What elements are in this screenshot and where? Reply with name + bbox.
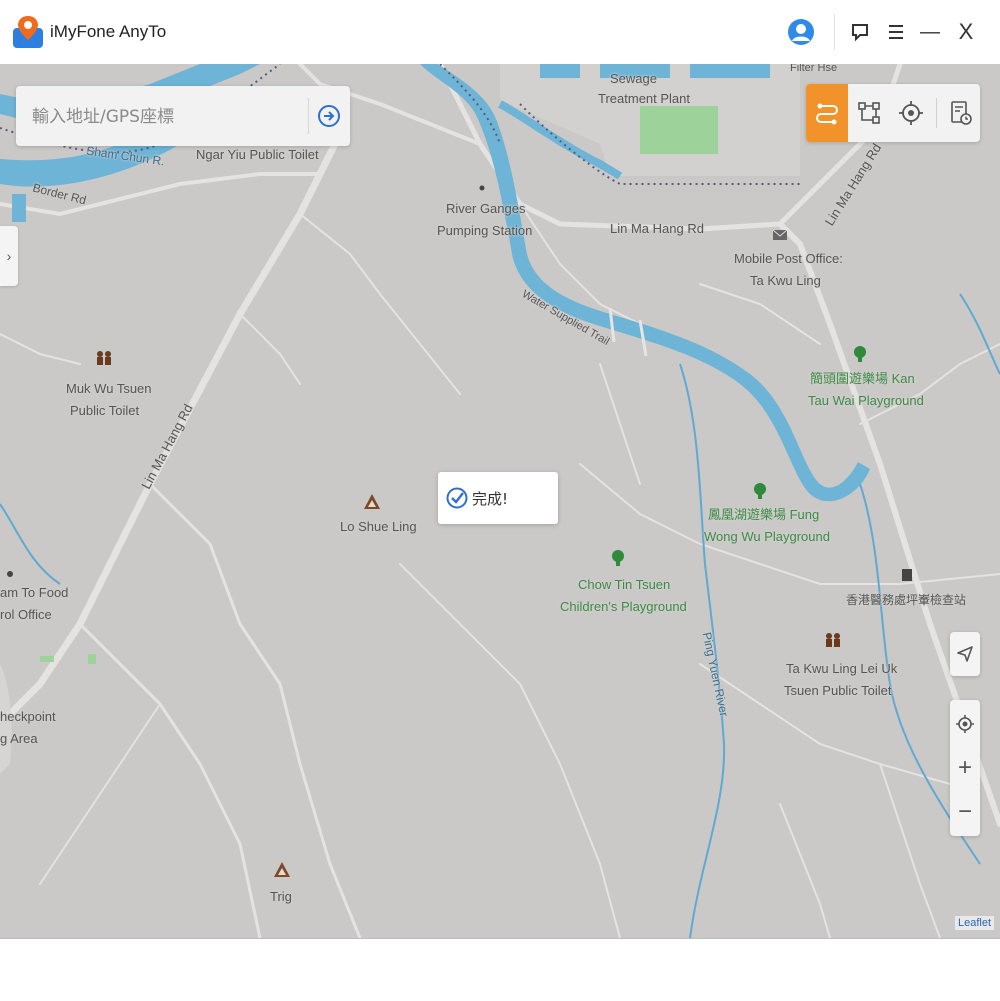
map-label-checkpoint-area: g Area [0, 731, 38, 746]
map-label-muk-wu-toilet: Public Toilet [70, 403, 140, 418]
navigate-arrow-icon[interactable] [950, 634, 980, 674]
locate-icon[interactable] [950, 704, 980, 744]
map-label-treatment-plant: Treatment Plant [598, 91, 691, 106]
map-label-inspection-station: 香港醫務處坪輋檢查站 [846, 593, 967, 607]
map-label-ngar-yiu-toilet: Ngar Yiu Public Toilet [196, 147, 319, 162]
map-label-muk-wu-tsuen: Muk Wu Tsuen [66, 381, 152, 396]
map-label-river-ganges: River Ganges [446, 201, 526, 216]
titlebar-divider [834, 14, 835, 50]
chevron-right-icon: › [6, 248, 12, 264]
title-bar: iMyFone AnyTo — X [0, 0, 1000, 64]
side-panel-toggle[interactable]: › [0, 226, 18, 286]
teleport-target-icon[interactable] [890, 84, 932, 142]
mode-toolbar [806, 84, 980, 142]
map-label-lo-shue-ling: Lo Shue Ling [340, 519, 417, 534]
feedback-icon[interactable] [844, 16, 876, 48]
minimize-icon[interactable]: — [914, 16, 946, 48]
map-label-ta-kwu-ling-lei-uk: Ta Kwu Ling Lei Uk [786, 661, 898, 676]
map-label-kan-tau-wai: 簡頭圍遊樂場 Kan [810, 371, 915, 386]
map-label-mobile-post-office: Mobile Post Office: [734, 251, 843, 266]
map-label-fung-wong-wu: 鳳凰湖遊樂場 Fung [708, 507, 820, 522]
leaflet-attribution[interactable]: Leaflet [954, 916, 994, 930]
map-label-ta-kwu-ling-post: Ta Kwu Ling [750, 273, 821, 288]
multi-spot-route-icon[interactable] [806, 84, 848, 142]
search-divider [308, 98, 309, 134]
zoom-control: + − [950, 700, 980, 836]
map-label-lin-ma-hang-rd-east: Lin Ma Hang Rd [610, 221, 704, 236]
map-label-fung-wong-wu-playground: Wong Wu Playground [704, 529, 830, 544]
avatar-icon[interactable] [785, 16, 817, 48]
map-label-chow-tin-playground: Children's Playground [560, 599, 687, 614]
search-input[interactable] [30, 101, 314, 133]
menu-icon[interactable] [880, 16, 912, 48]
toast-message: 完成! [472, 490, 509, 508]
search-box [16, 86, 350, 146]
zoom-in-button[interactable]: + [950, 748, 980, 788]
map-label-food-office: am To Food [0, 585, 69, 600]
map-label-pumping-station: Pumping Station [437, 223, 533, 238]
jump-teleport-icon[interactable] [848, 84, 890, 142]
success-toast: 完成! [438, 472, 558, 524]
bottom-panel [0, 938, 1000, 1001]
map-label-kan-tau-wai-playground: Tau Wai Playground [808, 393, 924, 408]
history-icon[interactable] [940, 84, 982, 142]
map-label-trig: Trig [270, 889, 292, 904]
map-label-ta-kwu-ling-toilet: Tsuen Public Toilet [784, 683, 892, 698]
map-view[interactable]: Sewage Treatment Plant Filter Hse Sham C… [0, 64, 1000, 938]
zoom-out-button[interactable]: − [950, 792, 980, 832]
navigate-control [950, 632, 980, 676]
check-circle-icon [446, 487, 468, 509]
map-label-checkpoint: heckpoint [0, 709, 56, 724]
close-icon[interactable]: X [950, 16, 982, 48]
map-label-sewage: Sewage [610, 71, 657, 86]
map-label-control-office: rol Office [0, 607, 52, 622]
map-label-filter-house: Filter Hse [790, 64, 838, 74]
mode-toolbar-divider [936, 98, 937, 128]
app-logo-icon [12, 14, 44, 50]
go-arrow-icon[interactable] [316, 103, 342, 129]
app-title: iMyFone AnyTo [50, 22, 167, 41]
map-label-chow-tin-tsuen: Chow Tin Tsuen [578, 577, 671, 592]
